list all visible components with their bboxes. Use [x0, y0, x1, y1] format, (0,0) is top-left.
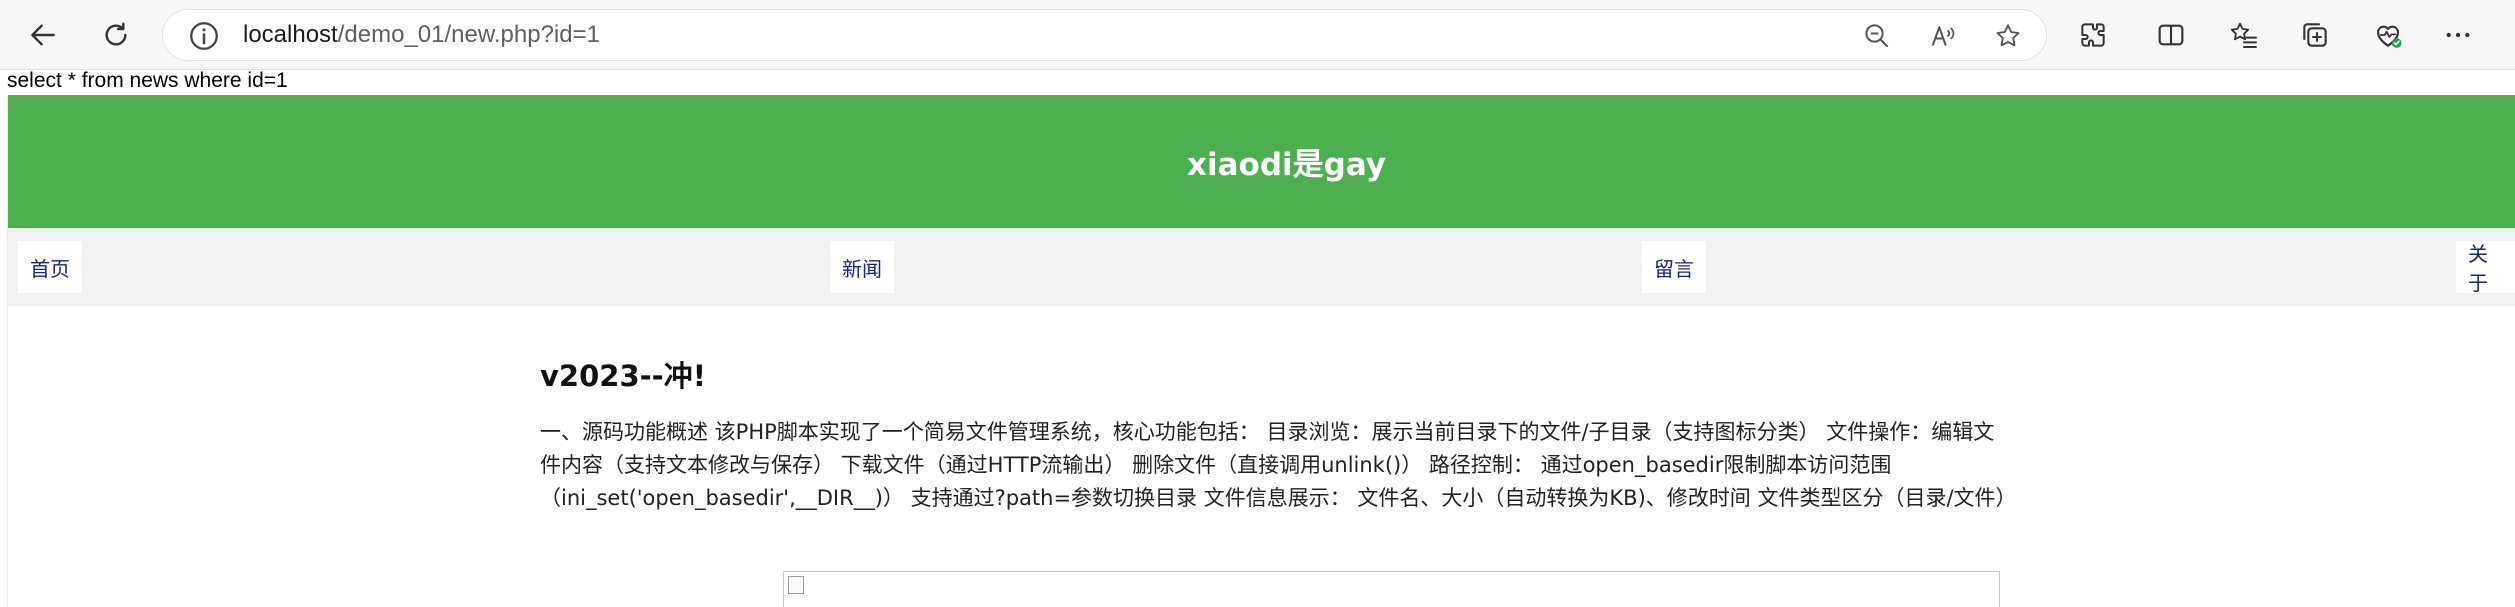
zoom-out-icon[interactable] — [1860, 19, 1894, 53]
site-banner: xiaodi是gay — [8, 95, 2515, 228]
nav-link-news[interactable]: 新闻 — [830, 241, 894, 293]
read-aloud-icon[interactable] — [1926, 19, 1960, 53]
url-text[interactable]: localhost/demo_01/new.php?id=1 — [243, 21, 600, 49]
sql-query-output: select * from news where id=1 — [7, 69, 288, 92]
site-title: xiaodi是gay — [1186, 147, 1387, 183]
broken-image-icon — [788, 576, 804, 594]
refresh-icon[interactable] — [93, 12, 139, 58]
info-icon[interactable] — [187, 19, 221, 53]
broken-image — [783, 571, 2000, 607]
split-screen-icon[interactable] — [2148, 12, 2194, 58]
article-title: v2023--冲! — [540, 359, 706, 393]
browser-toolbar: localhost/demo_01/new.php?id=1 — [0, 0, 2515, 70]
collections-icon[interactable] — [2292, 12, 2338, 58]
article-body: 一、源码功能概述 该PHP脚本实现了一个简易文件管理系统，核心功能包括： 目录浏… — [540, 420, 2017, 510]
more-icon[interactable] — [2435, 12, 2481, 58]
back-icon[interactable] — [20, 12, 66, 58]
url-host: localhost — [243, 21, 338, 48]
browser-essentials-icon[interactable] — [2365, 12, 2411, 58]
favorites-icon[interactable] — [2221, 12, 2267, 58]
nav-link-guestbook[interactable]: 留言 — [1642, 241, 1706, 293]
article-container: v2023--冲! 一、源码功能概述 该PHP脚本实现了一个简易文件管理系统，核… — [8, 306, 2515, 607]
favorite-star-icon[interactable] — [1991, 19, 2025, 53]
page-left-edge — [0, 95, 8, 607]
nav-link-about[interactable]: 关于 — [2456, 241, 2515, 295]
site-nav: 首页 新闻 留言 关于 — [8, 228, 2515, 306]
extensions-icon[interactable] — [2070, 12, 2116, 58]
url-path: /demo_01/new.php?id=1 — [337, 21, 600, 48]
nav-link-home[interactable]: 首页 — [18, 241, 82, 293]
address-bar[interactable]: localhost/demo_01/new.php?id=1 — [162, 9, 2047, 61]
